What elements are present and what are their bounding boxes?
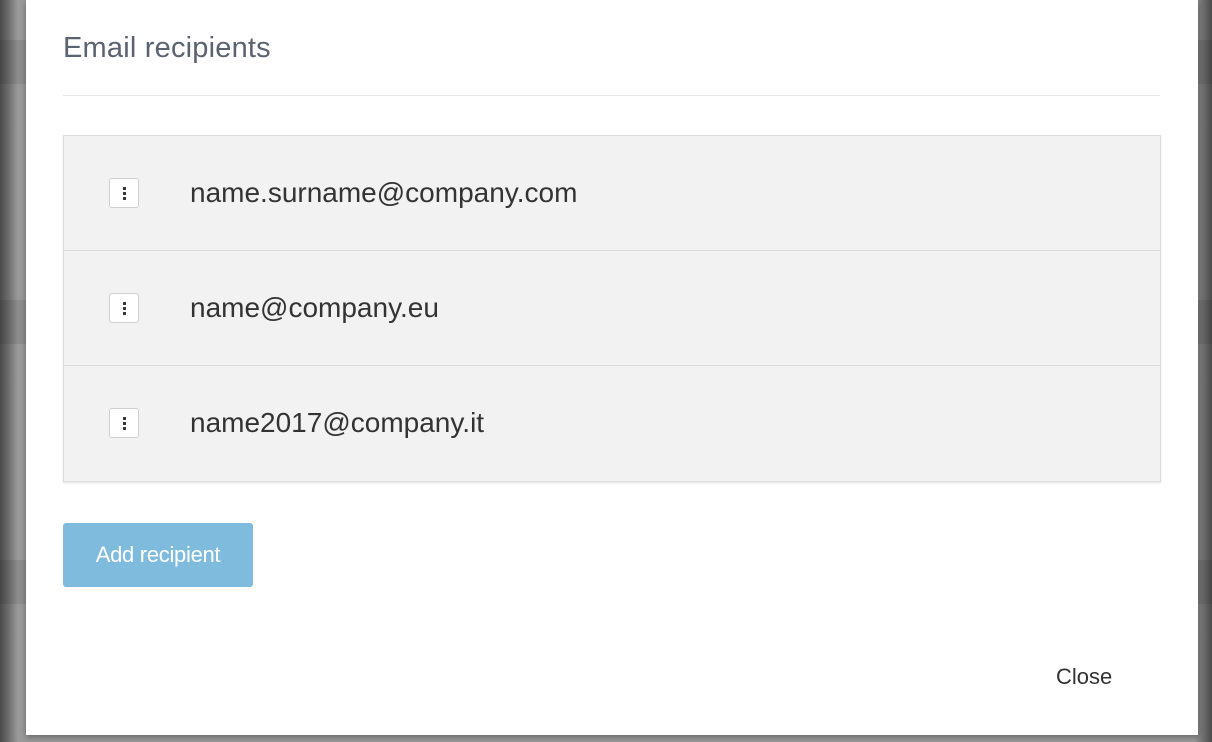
email-recipients-dialog: Email recipients name.surname@company.co… (26, 0, 1198, 735)
recipient-options-button[interactable] (109, 408, 139, 438)
recipient-row: name2017@company.it (64, 366, 1160, 481)
dialog-title: Email recipients (63, 32, 271, 64)
recipient-email: name@company.eu (190, 292, 439, 323)
recipient-email: name2017@company.it (190, 407, 485, 438)
vertical-ellipsis-icon (123, 302, 127, 316)
close-button[interactable]: Close (1056, 664, 1112, 690)
add-recipient-button[interactable]: Add recipient (63, 523, 253, 587)
title-divider (63, 95, 1160, 96)
recipient-list: name.surname@company.com name@company.eu… (63, 135, 1161, 482)
recipient-email: name.surname@company.com (190, 177, 578, 208)
vertical-ellipsis-icon (123, 417, 127, 431)
vertical-ellipsis-icon (123, 187, 127, 201)
recipient-options-button[interactable] (109, 178, 139, 208)
recipient-row: name.surname@company.com (64, 136, 1160, 251)
recipient-options-button[interactable] (109, 293, 139, 323)
recipient-row: name@company.eu (64, 251, 1160, 366)
